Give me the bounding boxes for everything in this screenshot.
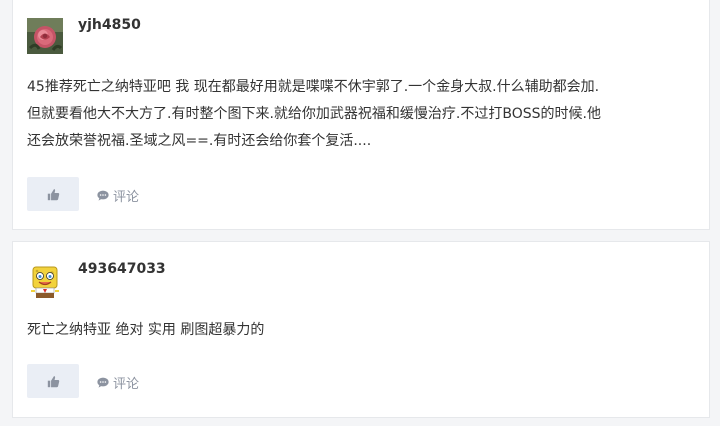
like-button[interactable] bbox=[27, 364, 79, 398]
post-card: yjh4850 45推荐死亡之纳特亚吧 我 现在都最好用就是喋喋不休宇郭了.一个… bbox=[12, 0, 710, 230]
post-content-line: 还会放荣誉祝福.圣域之风==.有时还会给你套个复活.... bbox=[27, 133, 372, 149]
post-content: 死亡之纳特亚 绝对 实用 刷图超暴力的 bbox=[27, 317, 697, 344]
cartoon-sponge-avatar-icon bbox=[27, 264, 63, 300]
comment-button[interactable]: 评论 bbox=[97, 186, 139, 205]
avatar[interactable] bbox=[27, 18, 63, 54]
post-feed: yjh4850 45推荐死亡之纳特亚吧 我 现在都最好用就是喋喋不休宇郭了.一个… bbox=[0, 0, 720, 426]
post-content-line: 死亡之纳特亚 绝对 实用 刷图超暴力的 bbox=[27, 322, 265, 338]
post-content-line: 但就要看他大不大方了.有时整个图下来.就给你加武器祝福和缓慢治疗.不过打BOSS… bbox=[27, 106, 601, 122]
rose-flower-avatar-icon bbox=[27, 18, 63, 54]
thumbs-up-icon bbox=[47, 188, 59, 200]
post-card: 493647033 死亡之纳特亚 绝对 实用 刷图超暴力的 评论 bbox=[12, 241, 710, 418]
comment-label: 评论 bbox=[113, 190, 140, 205]
thumbs-up-icon bbox=[47, 375, 59, 387]
username[interactable]: yjh4850 bbox=[78, 17, 141, 33]
like-button[interactable] bbox=[27, 177, 79, 211]
avatar[interactable] bbox=[27, 264, 63, 300]
comment-bubble-icon bbox=[97, 190, 109, 201]
post-content: 45推荐死亡之纳特亚吧 我 现在都最好用就是喋喋不休宇郭了.一个金身大叔.什么辅… bbox=[27, 74, 697, 155]
username[interactable]: 493647033 bbox=[78, 261, 166, 277]
comment-label: 评论 bbox=[113, 377, 140, 392]
post-content-line: 45推荐死亡之纳特亚吧 我 现在都最好用就是喋喋不休宇郭了.一个金身大叔.什么辅… bbox=[27, 79, 600, 95]
comment-button[interactable]: 评论 bbox=[97, 373, 139, 392]
comment-bubble-icon bbox=[97, 377, 109, 388]
